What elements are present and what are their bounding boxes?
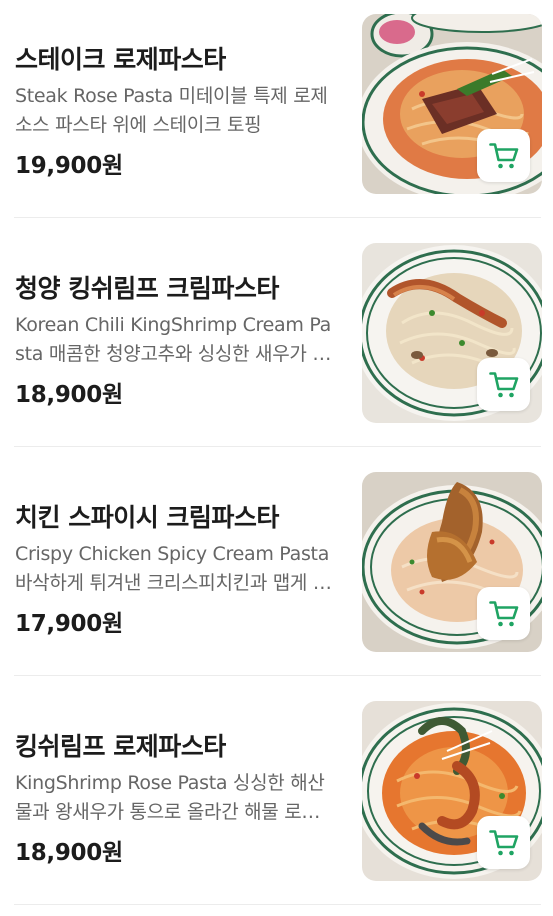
- divider: [14, 904, 541, 905]
- menu-item-price: 19,900원: [15, 153, 123, 179]
- menu-item-price: 18,900원: [15, 382, 123, 408]
- menu-item-description: Korean Chili KingShrimp Cream Pasta 매콤한 …: [15, 314, 331, 365]
- menu-item-photo[interactable]: [362, 14, 542, 194]
- menu-item-price: 18,900원: [15, 840, 123, 866]
- menu-item-description: KingShrimp Rose Pasta 싱싱한 해산물과 왕새우가 통으로 …: [15, 772, 325, 823]
- menu-list: 스테이크 로제파스타 Steak Rose Pasta 미테이블 특제 로제소스…: [0, 0, 553, 908]
- add-to-cart-button[interactable]: [477, 358, 530, 411]
- cart-icon: [488, 600, 518, 626]
- menu-item-photo[interactable]: [362, 701, 542, 881]
- divider: [14, 217, 541, 218]
- cart-icon: [488, 371, 518, 397]
- menu-item-kingshrimp-rose-pasta[interactable]: 킹쉬림프 로제파스타 KingShrimp Rose Pasta 싱싱한 해산물…: [0, 687, 553, 916]
- menu-item-photo[interactable]: [362, 472, 542, 652]
- add-to-cart-button[interactable]: [477, 129, 530, 182]
- menu-item-price: 17,900원: [15, 611, 123, 637]
- add-to-cart-button[interactable]: [477, 816, 530, 869]
- menu-item-title: 치킨 스파이시 크림파스타: [15, 503, 279, 532]
- menu-item-title: 스테이크 로제파스타: [15, 45, 226, 74]
- cart-icon: [488, 142, 518, 168]
- menu-item-title: 킹쉬림프 로제파스타: [15, 732, 226, 761]
- menu-item-photo[interactable]: [362, 243, 542, 423]
- menu-item-chicken-spicy-cream-pasta[interactable]: 치킨 스파이시 크림파스타 Crispy Chicken Spicy Cream…: [0, 458, 553, 687]
- divider: [14, 446, 541, 447]
- menu-item-title: 청양 킹쉬림프 크림파스타: [15, 274, 279, 303]
- menu-item-steak-rose-pasta[interactable]: 스테이크 로제파스타 Steak Rose Pasta 미테이블 특제 로제소스…: [0, 0, 553, 229]
- menu-item-description: Steak Rose Pasta 미테이블 특제 로제소스 파스타 위에 스테이…: [15, 85, 328, 136]
- add-to-cart-button[interactable]: [477, 587, 530, 640]
- divider: [14, 675, 541, 676]
- cart-icon: [488, 829, 518, 855]
- menu-item-description: Crispy Chicken Spicy Cream Pasta 바삭하게 튀겨…: [15, 543, 331, 594]
- menu-item-chili-kingshrimp-cream-pasta[interactable]: 청양 킹쉬림프 크림파스타 Korean Chili KingShrimp Cr…: [0, 229, 553, 458]
